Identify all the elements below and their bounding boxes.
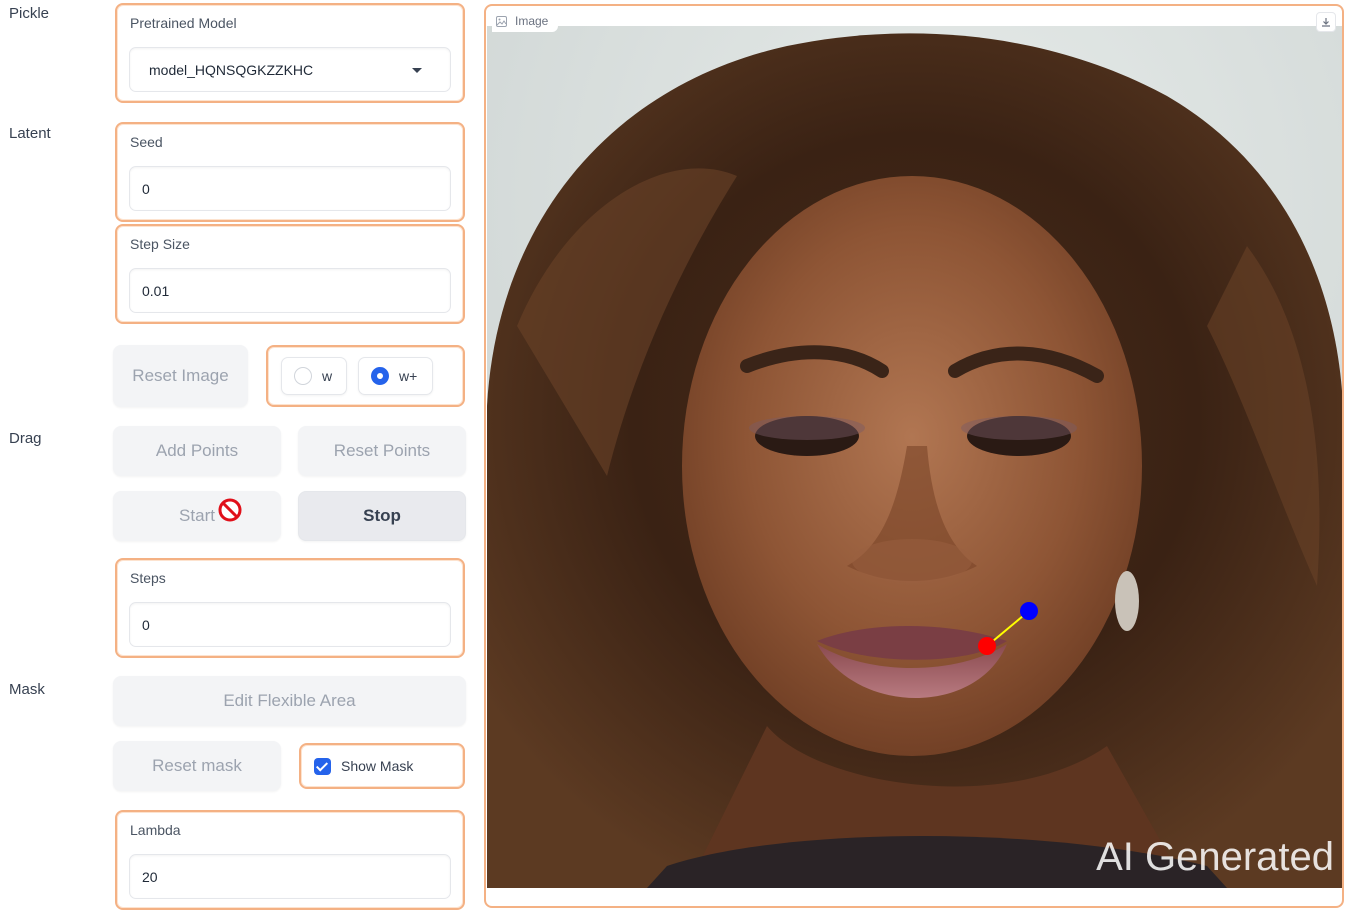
pretrained-model-dropdown[interactable]: model_HQNSQGKZZKHC	[129, 47, 451, 92]
pretrained-model-block: Pretrained Model model_HQNSQGKZZKHC	[115, 3, 465, 103]
step-size-label: Step Size	[130, 236, 190, 252]
pretrained-model-label: Pretrained Model	[130, 15, 237, 31]
show-mask-checkbox[interactable]: Show Mask	[299, 743, 465, 789]
chevron-down-icon	[412, 68, 422, 73]
show-mask-label: Show Mask	[341, 758, 414, 774]
step-size-block: Step Size 0.01	[115, 224, 465, 324]
pretrained-model-value: model_HQNSQGKZZKHC	[149, 61, 314, 78]
radio-option-wplus[interactable]: w+	[358, 357, 433, 395]
section-label-latent: Latent	[9, 125, 51, 142]
image-panel: Image AI Generated	[484, 4, 1344, 908]
seed-label: Seed	[130, 134, 163, 150]
section-label-drag: Drag	[9, 430, 42, 447]
lambda-input[interactable]: 20	[129, 854, 451, 899]
reset-points-button[interactable]: Reset Points	[298, 426, 466, 476]
ai-generated-watermark: AI Generated	[1096, 835, 1334, 879]
stop-button[interactable]: Stop	[298, 491, 466, 541]
add-points-button[interactable]: Add Points	[113, 426, 281, 476]
radio-unchecked-icon	[294, 367, 312, 385]
edit-flexible-area-button[interactable]: Edit Flexible Area	[113, 676, 466, 726]
section-label-pickle: Pickle	[9, 5, 50, 22]
radio-checked-icon	[371, 367, 389, 385]
draggan-app: Pickle Latent Drag Mask Pretrained Model…	[0, 0, 1346, 910]
radio-option-w-label: w	[322, 368, 333, 384]
reset-mask-button[interactable]: Reset mask	[113, 741, 281, 791]
steps-block: Steps 0	[115, 558, 465, 658]
steps-label: Steps	[130, 570, 166, 586]
download-icon	[1322, 18, 1330, 27]
image-tag: Image	[492, 10, 559, 32]
reset-image-button[interactable]: Reset Image	[113, 345, 248, 407]
lambda-label: Lambda	[130, 822, 181, 838]
handle-point[interactable]	[978, 637, 996, 655]
image-tag-label: Image	[515, 14, 549, 28]
not-allowed-cursor-icon	[218, 498, 242, 522]
seed-block: Seed 0	[115, 122, 465, 222]
drag-points-overlay	[978, 602, 1038, 655]
start-button-label: Start	[179, 506, 215, 525]
target-point[interactable]	[1020, 602, 1038, 620]
latent-space-radio-group: w w+	[266, 345, 465, 407]
step-size-input[interactable]: 0.01	[129, 268, 451, 313]
start-button[interactable]: Start	[113, 491, 281, 541]
checkbox-checked-icon	[314, 757, 331, 775]
seed-input[interactable]: 0	[129, 166, 451, 211]
radio-option-w[interactable]: w	[281, 357, 347, 395]
image-icon	[496, 15, 507, 27]
steps-input[interactable]: 0	[129, 602, 451, 647]
radio-option-wplus-label: w+	[399, 368, 418, 384]
section-label-mask: Mask	[9, 681, 45, 698]
lambda-block: Lambda 20	[115, 810, 465, 910]
download-button[interactable]	[1316, 12, 1336, 32]
